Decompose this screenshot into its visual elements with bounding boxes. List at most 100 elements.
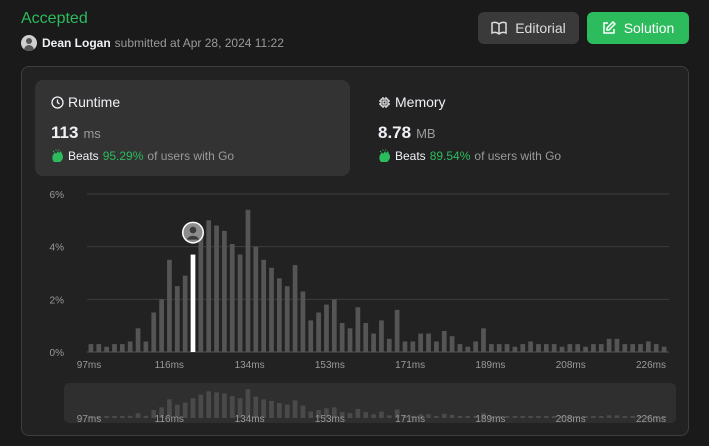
distribution-bar[interactable] xyxy=(504,344,510,352)
distribution-bar[interactable] xyxy=(418,333,424,352)
distribution-bar[interactable] xyxy=(449,336,455,352)
distribution-bar[interactable] xyxy=(143,341,149,352)
distribution-bar[interactable] xyxy=(277,278,282,352)
distribution-bar[interactable] xyxy=(253,246,259,352)
distribution-bar[interactable] xyxy=(402,341,408,352)
distribution-bar[interactable] xyxy=(237,254,243,352)
distribution-bar[interactable] xyxy=(300,291,306,352)
distribution-bar[interactable] xyxy=(371,333,376,352)
runtime-distribution-chart[interactable]: 6% 4% 2% 0% 97ms 116ms 134ms 153ms 171ms 189ms 20… xyxy=(22,67,688,435)
distribution-bar[interactable] xyxy=(488,344,494,352)
scrubber-bar xyxy=(512,416,518,418)
distribution-bar[interactable] xyxy=(135,328,141,352)
scrubber-bar xyxy=(630,416,636,418)
submission-status: Accepted xyxy=(21,10,88,27)
scrubber-bar xyxy=(190,398,196,418)
scrubber-bar xyxy=(347,413,353,418)
distribution-bar[interactable] xyxy=(473,341,478,352)
distribution-bar[interactable] xyxy=(182,275,188,352)
scrubber-tick-label: 153ms xyxy=(315,414,345,425)
author-name[interactable]: Dean Logan xyxy=(42,36,111,50)
your-submission-bar[interactable] xyxy=(190,254,196,352)
distribution-bar[interactable] xyxy=(151,312,157,353)
distribution-bar[interactable] xyxy=(567,344,573,352)
distribution-bar[interactable] xyxy=(119,344,125,352)
distribution-bar[interactable] xyxy=(292,265,298,352)
distribution-bar[interactable] xyxy=(284,286,290,352)
submission-subline: Dean Logan submitted at Apr 28, 2024 11:… xyxy=(21,35,284,51)
editorial-button[interactable]: Editorial xyxy=(478,12,579,44)
distribution-bar[interactable] xyxy=(104,346,109,352)
distribution-bar[interactable] xyxy=(355,307,361,352)
distribution-bar[interactable] xyxy=(386,338,392,352)
distribution-bar[interactable] xyxy=(222,230,227,352)
distribution-bar[interactable] xyxy=(96,344,102,352)
distribution-bar[interactable] xyxy=(614,338,620,352)
scrubber-tick-label: 97ms xyxy=(77,414,101,425)
distribution-bar[interactable] xyxy=(269,267,274,352)
x-tick-label: 171ms xyxy=(395,360,425,371)
distribution-bar[interactable] xyxy=(308,320,314,352)
distribution-bar[interactable] xyxy=(536,344,541,352)
x-tick-label: 189ms xyxy=(475,360,505,371)
distribution-bar[interactable] xyxy=(457,344,463,352)
submitted-text: submitted at Apr 28, 2024 11:22 xyxy=(114,36,284,50)
solution-button[interactable]: Solution xyxy=(587,12,689,44)
distribution-bar[interactable] xyxy=(512,346,518,352)
editorial-label: Editorial xyxy=(515,20,566,36)
scrubber-tick-label: 171ms xyxy=(395,414,425,425)
distribution-bar[interactable] xyxy=(198,236,204,352)
distribution-bar[interactable] xyxy=(112,344,117,352)
distribution-bar[interactable] xyxy=(606,338,612,352)
distribution-bar[interactable] xyxy=(441,330,447,352)
scrubber-bar xyxy=(528,415,533,418)
author-avatar[interactable] xyxy=(21,35,37,51)
distribution-bar[interactable] xyxy=(316,312,321,353)
distribution-bar[interactable] xyxy=(363,323,369,352)
distribution-bar[interactable] xyxy=(528,341,533,352)
distribution-bar[interactable] xyxy=(622,344,628,352)
distribution-bar[interactable] xyxy=(88,344,94,352)
scrubber-bar xyxy=(206,391,212,418)
distribution-bar[interactable] xyxy=(465,346,471,352)
distribution-bar[interactable] xyxy=(167,259,172,352)
distribution-bar[interactable] xyxy=(638,344,643,352)
distribution-bar[interactable] xyxy=(229,244,235,352)
distribution-bar[interactable] xyxy=(434,341,439,352)
distribution-bar[interactable] xyxy=(394,309,400,352)
distribution-bar[interactable] xyxy=(653,344,659,352)
scrubber-bar xyxy=(222,393,227,418)
distribution-bar[interactable] xyxy=(214,225,219,352)
distribution-bar[interactable] xyxy=(331,299,337,352)
distribution-bar[interactable] xyxy=(630,344,636,352)
distribution-bar[interactable] xyxy=(559,346,565,352)
edit-icon xyxy=(602,21,616,34)
distribution-bar[interactable] xyxy=(206,220,212,352)
distribution-bar[interactable] xyxy=(598,344,604,352)
distribution-bar[interactable] xyxy=(159,299,164,352)
distribution-bar[interactable] xyxy=(496,344,502,352)
submission-avatar-marker[interactable] xyxy=(181,221,204,244)
distribution-bar[interactable] xyxy=(646,341,651,352)
distribution-bar[interactable] xyxy=(324,304,329,352)
distribution-bar[interactable] xyxy=(661,346,667,352)
distribution-bar[interactable] xyxy=(583,346,588,352)
distribution-bar[interactable] xyxy=(410,341,416,352)
distribution-bar[interactable] xyxy=(575,344,581,352)
distribution-bar[interactable] xyxy=(174,286,180,352)
scrubber-bar xyxy=(536,416,541,418)
distribution-bar[interactable] xyxy=(591,344,596,352)
distribution-bar[interactable] xyxy=(543,344,549,352)
distribution-bar[interactable] xyxy=(551,344,557,352)
distribution-bar[interactable] xyxy=(261,259,267,352)
distribution-bar[interactable] xyxy=(520,344,526,352)
distribution-bar[interactable] xyxy=(379,320,384,352)
distribution-bar[interactable] xyxy=(481,328,486,352)
distribution-bar[interactable] xyxy=(426,333,431,352)
distribution-bar[interactable] xyxy=(127,341,133,352)
distribution-bar[interactable] xyxy=(347,328,353,352)
distribution-bar[interactable] xyxy=(339,323,345,352)
distribution-bar[interactable] xyxy=(245,209,251,352)
solution-label: Solution xyxy=(623,20,675,36)
scrubber-bar xyxy=(379,411,384,418)
